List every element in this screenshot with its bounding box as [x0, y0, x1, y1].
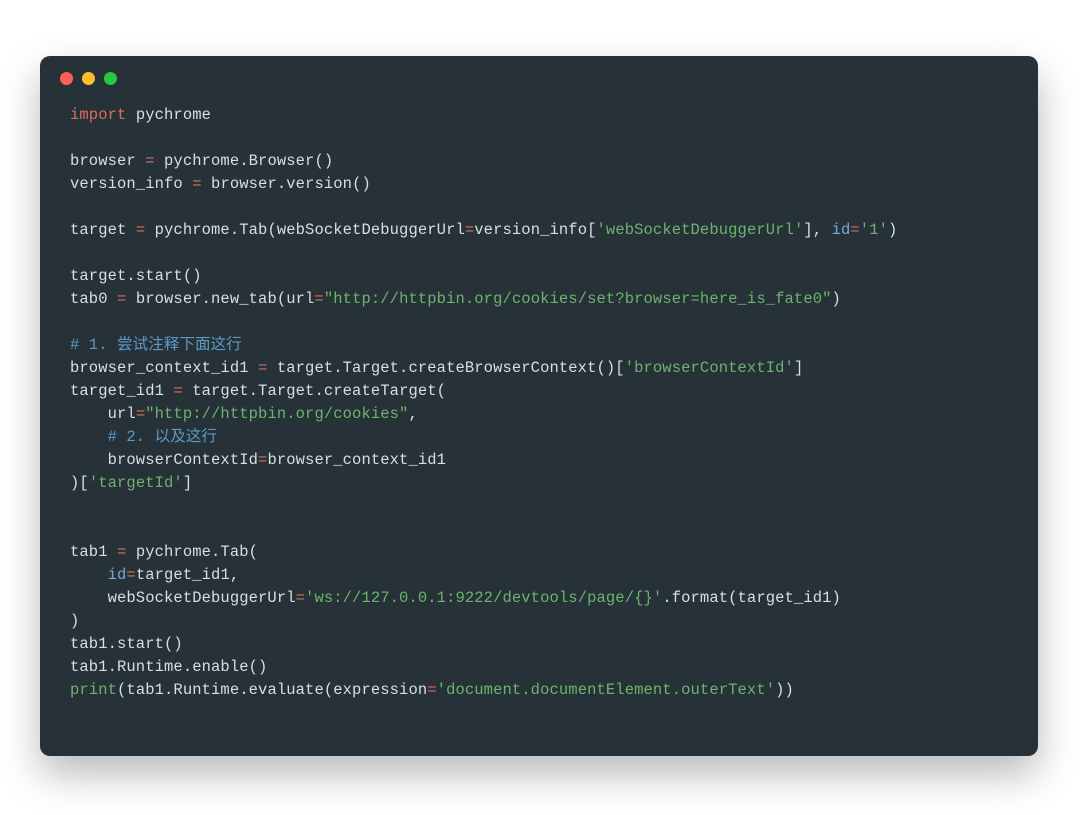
code-line: # 1. 尝试注释下面这行 [70, 336, 242, 354]
close-icon[interactable] [60, 72, 73, 85]
code-line: tab1 = pychrome.Tab( [70, 543, 258, 561]
code-block: import pychrome browser = pychrome.Brows… [40, 100, 1038, 728]
comment: # 2. 以及这行 [70, 428, 217, 446]
code-line: id=target_id1, [70, 566, 239, 584]
code-line: # 2. 以及这行 [70, 428, 217, 446]
code-line: ) [70, 612, 79, 630]
code-line: version_info = browser.version() [70, 175, 371, 193]
code-line: browser = pychrome.Browser() [70, 152, 333, 170]
code-line: browser_context_id1 = target.Target.crea… [70, 359, 803, 377]
window-titlebar [40, 56, 1038, 100]
code-line: target.start() [70, 267, 202, 285]
code-line: )['targetId'] [70, 474, 192, 492]
builtin-print: print [70, 681, 117, 699]
code-line: tab1.Runtime.enable() [70, 658, 267, 676]
keyword-import: import [70, 106, 126, 124]
code-line: print(tab1.Runtime.evaluate(expression='… [70, 681, 794, 699]
code-line: tab0 = browser.new_tab(url="http://httpb… [70, 290, 841, 308]
minimize-icon[interactable] [82, 72, 95, 85]
comment: # 1. 尝试注释下面这行 [70, 336, 242, 354]
code-line: url="http://httpbin.org/cookies", [70, 405, 418, 423]
code-line: webSocketDebuggerUrl='ws://127.0.0.1:922… [70, 589, 841, 607]
code-line: target = pychrome.Tab(webSocketDebuggerU… [70, 221, 897, 239]
code-line: tab1.start() [70, 635, 183, 653]
code-line: target_id1 = target.Target.createTarget( [70, 382, 446, 400]
code-window: import pychrome browser = pychrome.Brows… [40, 56, 1038, 756]
code-line: browserContextId=browser_context_id1 [70, 451, 446, 469]
code-line: import pychrome [70, 106, 211, 124]
zoom-icon[interactable] [104, 72, 117, 85]
